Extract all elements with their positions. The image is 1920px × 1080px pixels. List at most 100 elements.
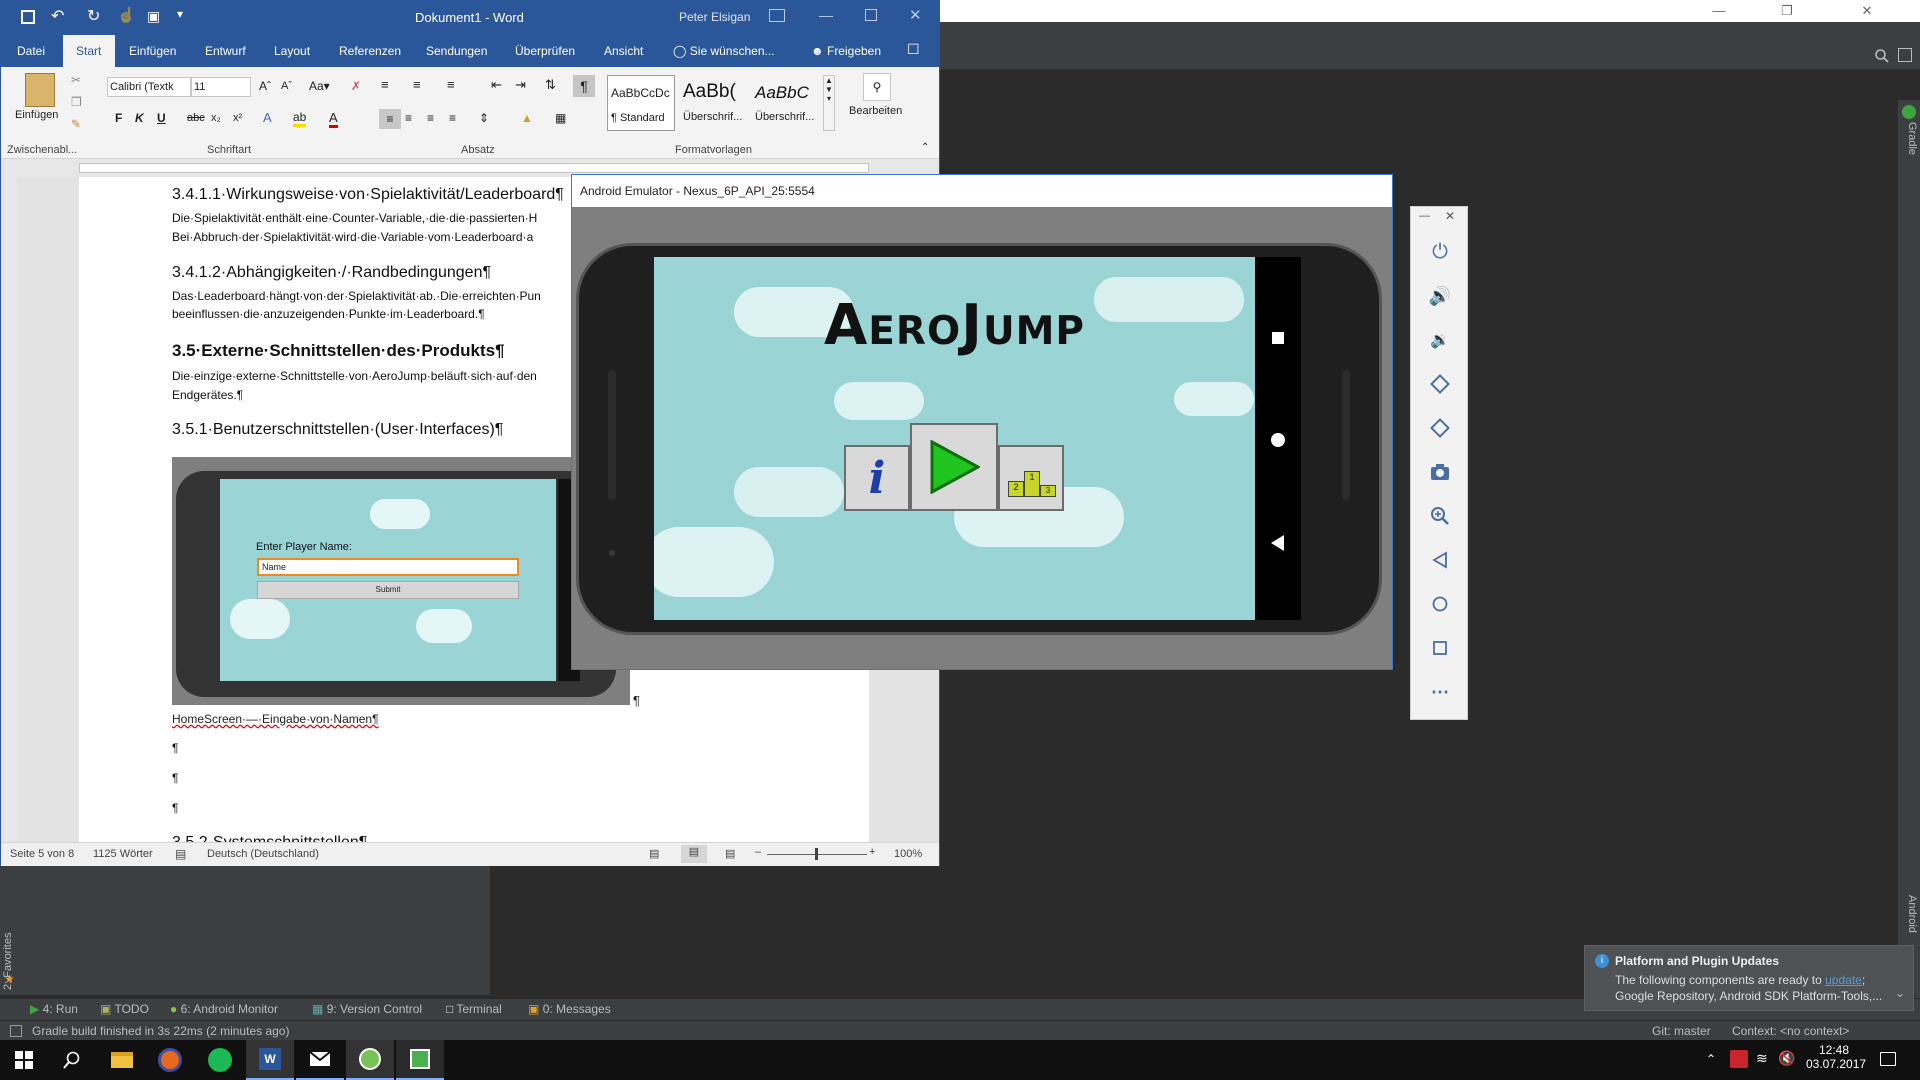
close-icon[interactable]: ✕ <box>1844 0 1890 22</box>
page-count[interactable]: Seite 5 von 8 <box>10 848 74 860</box>
ribbon-display-icon[interactable] <box>769 9 785 22</box>
word-count[interactable]: 1125 Wörter <box>93 848 153 860</box>
customize-toolbar-icon[interactable]: ▾ <box>177 7 183 21</box>
tab-einfuegen[interactable]: Einfügen <box>129 44 176 58</box>
zoom-out-icon[interactable]: – <box>755 846 761 858</box>
font-size-select[interactable]: 11 <box>191 77 251 97</box>
gradle-side-tab[interactable]: Gradle <box>1900 122 1918 182</box>
tab-layout[interactable]: Layout <box>274 44 310 58</box>
underline-icon[interactable]: U <box>157 111 166 125</box>
paste-button[interactable]: Einfügen <box>15 109 58 121</box>
numbering-icon[interactable]: ≡ <box>413 77 421 92</box>
undo-icon[interactable]: ↶ <box>51 6 64 26</box>
collapse-ribbon-icon[interactable]: ⌃ <box>921 142 929 153</box>
grow-font-icon[interactable]: Aˆ <box>259 79 271 93</box>
tab-ueberpruefen[interactable]: Überprüfen <box>515 44 575 58</box>
highlight-icon[interactable]: ab <box>293 110 307 127</box>
print-layout-icon[interactable]: ▤ <box>681 845 707 863</box>
tray-chevron-icon[interactable]: ⌃ <box>1706 1052 1716 1066</box>
tool-tab-todo[interactable]: ▣ TODO <box>100 1002 149 1016</box>
justify-icon[interactable]: ≡ <box>449 111 456 125</box>
play-button[interactable] <box>910 423 998 511</box>
editing-button[interactable]: Bearbeiten <box>849 105 902 117</box>
multilevel-list-icon[interactable]: ≡ <box>447 77 455 92</box>
subscript-icon[interactable]: x₂ <box>211 112 221 124</box>
panel-toggle-icon[interactable] <box>10 1025 22 1037</box>
tool-tab-run[interactable]: ▶ 4: Run <box>30 1002 78 1016</box>
style-standard[interactable]: AaBbCcDc ¶ Standard <box>607 75 675 131</box>
volume-down-icon[interactable]: 🔉 <box>1423 323 1457 357</box>
read-mode-icon[interactable]: ▤ <box>649 847 659 860</box>
spotify-icon[interactable] <box>196 1040 244 1080</box>
text-effects-icon[interactable]: A <box>263 110 272 125</box>
more-options-icon[interactable]: ⋯ <box>1423 675 1457 709</box>
shading-icon[interactable]: ▲ <box>521 111 533 125</box>
tool-tab-android-monitor[interactable]: ● 6: Android Monitor <box>170 1002 278 1016</box>
proofing-icon[interactable]: ▤ <box>175 847 186 861</box>
align-left-icon[interactable]: ≡ <box>379 109 401 129</box>
context-status[interactable]: Context: <no context> <box>1732 1024 1849 1038</box>
maximize-icon[interactable] <box>865 9 877 21</box>
line-spacing-icon[interactable]: ⇕ <box>479 111 489 125</box>
power-icon[interactable]: ⏻ <box>1423 235 1457 269</box>
zoom-level[interactable]: 100% <box>894 848 922 860</box>
chevron-down-icon[interactable]: ⌄ <box>1895 986 1905 1000</box>
tool-tab-messages[interactable]: ▣ 0: Messages <box>528 1002 611 1016</box>
back-icon[interactable] <box>1271 535 1284 551</box>
pilcrow-icon[interactable]: ¶ <box>573 75 595 97</box>
restore-icon[interactable]: ❐ <box>1764 0 1810 22</box>
increase-indent-icon[interactable]: ⇥ <box>515 77 526 93</box>
redo-icon[interactable]: ↻ <box>87 6 100 26</box>
minimize-icon[interactable]: — <box>1696 0 1742 22</box>
web-layout-icon[interactable]: ▤ <box>725 847 735 860</box>
language-status[interactable]: Deutsch (Deutschland) <box>207 848 319 860</box>
volume-muted-icon[interactable]: 🔇 <box>1778 1050 1795 1067</box>
mail-icon[interactable] <box>296 1040 344 1080</box>
firefox-icon[interactable] <box>146 1040 194 1080</box>
close-icon[interactable]: ✕ <box>1445 209 1455 223</box>
tool-tab-version-control[interactable]: ▦ 9: Version Control <box>312 1002 422 1016</box>
search-icon[interactable] <box>48 1040 96 1080</box>
change-case-icon[interactable]: Aa▾ <box>309 79 330 93</box>
tab-datei[interactable]: Datei <box>17 44 45 58</box>
home-icon[interactable] <box>1271 433 1285 447</box>
italic-icon[interactable]: K <box>135 111 144 125</box>
cut-icon[interactable]: ✂ <box>71 73 81 87</box>
decrease-indent-icon[interactable]: ⇤ <box>491 77 502 93</box>
zoom-slider-thumb[interactable] <box>815 848 818 860</box>
android-studio-icon[interactable] <box>346 1040 394 1080</box>
font-name-select[interactable]: Calibri (Textk <box>107 77 191 97</box>
rotate-left-icon[interactable] <box>1423 367 1457 401</box>
align-right-icon[interactable]: ≡ <box>427 111 434 125</box>
styles-scroll[interactable]: ▲ ▼ ▾ <box>823 75 835 131</box>
home-icon[interactable] <box>1423 587 1457 621</box>
bullets-icon[interactable]: ≡ <box>381 77 389 92</box>
tell-me-box[interactable]: ◯ Sie wünschen... <box>673 44 775 58</box>
emulator-taskbar-icon[interactable] <box>396 1040 444 1080</box>
find-icon[interactable]: ⚲ <box>863 73 891 101</box>
paste-icon[interactable] <box>25 73 55 107</box>
update-link[interactable]: update <box>1825 973 1862 987</box>
align-center-icon[interactable]: ≡ <box>405 111 412 125</box>
comments-icon[interactable]: ☐ <box>907 41 920 58</box>
search-icon[interactable] <box>1874 48 1890 64</box>
minimize-icon[interactable]: — <box>1419 210 1430 222</box>
bold-icon[interactable]: F <box>115 111 122 125</box>
save-icon[interactable] <box>21 10 35 24</box>
tool-tab-terminal[interactable]: □ Terminal <box>446 1002 502 1016</box>
file-explorer-icon[interactable] <box>98 1040 146 1080</box>
embedded-screenshot[interactable]: Enter Player Name: Name Submit <box>172 457 630 705</box>
style-heading1[interactable]: AaBb( Überschrif... <box>681 75 747 131</box>
start-icon[interactable] <box>0 1040 48 1080</box>
word-taskbar-icon[interactable]: W <box>246 1040 294 1080</box>
volume-up-icon[interactable]: 🔊 <box>1423 279 1457 313</box>
tab-entwurf[interactable]: Entwurf <box>205 44 246 58</box>
overview-icon[interactable] <box>1423 631 1457 665</box>
style-heading2[interactable]: AaBbC Überschrif... <box>753 75 819 131</box>
font-color-icon[interactable]: A <box>329 110 338 128</box>
superscript-icon[interactable]: x² <box>233 112 242 124</box>
share-button[interactable]: ☻ Freigeben <box>811 44 881 58</box>
layout-icon[interactable] <box>1898 48 1912 62</box>
leaderboard-button[interactable]: 2 1 3 <box>998 445 1064 511</box>
shrink-font-icon[interactable]: Aˇ <box>281 80 292 92</box>
